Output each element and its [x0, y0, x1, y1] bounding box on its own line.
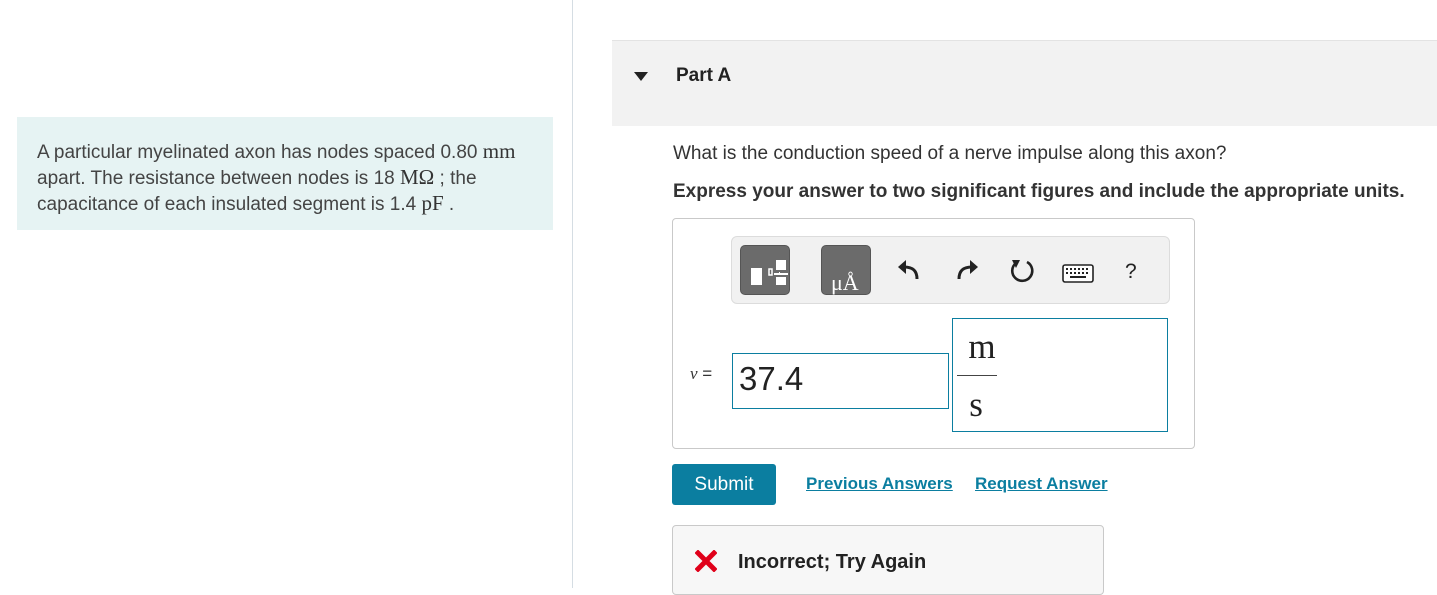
unit-denominator: s	[969, 385, 983, 424]
answer-value-input[interactable]: 37.4	[732, 353, 949, 409]
panel-divider	[572, 0, 573, 588]
help-button[interactable]: ?	[1125, 260, 1137, 284]
part-a-header[interactable]: Part A	[612, 40, 1437, 126]
unit-pf: pF	[421, 191, 444, 215]
request-answer-link[interactable]: Request Answer	[975, 474, 1108, 494]
unit-mm: mm	[482, 139, 516, 163]
units-button-label: μÅ	[831, 270, 859, 295]
problem-statement: A particular myelinated axon has nodes s…	[17, 117, 553, 230]
redo-icon[interactable]	[953, 257, 981, 285]
undo-icon[interactable]	[895, 257, 923, 285]
submit-button[interactable]: Submit	[672, 464, 776, 505]
problem-panel: A particular myelinated axon has nodes s…	[0, 0, 572, 588]
problem-text-1: A particular myelinated axon has nodes s…	[37, 142, 483, 163]
incorrect-x-icon	[695, 550, 717, 572]
instruction-text: Express your answer to two significant f…	[673, 181, 1405, 202]
keyboard-icon[interactable]	[1062, 259, 1094, 287]
variable-symbol: v	[690, 364, 698, 383]
variable-label: v =	[690, 364, 712, 384]
reset-icon[interactable]	[1008, 257, 1036, 285]
math-toolbar: μÅ ?	[731, 236, 1170, 304]
unit-megaohm: MΩ	[400, 165, 435, 189]
fraction-bar	[957, 375, 997, 376]
previous-answers-link[interactable]: Previous Answers	[806, 474, 953, 494]
part-title: Part A	[676, 65, 732, 86]
question-text: What is the conduction speed of a nerve …	[673, 143, 1227, 164]
units-button[interactable]: μÅ	[821, 245, 871, 295]
problem-text-4: .	[443, 194, 455, 215]
unit-numerator: m	[968, 327, 996, 366]
templates-icon	[751, 260, 788, 285]
collapse-caret-icon[interactable]	[634, 72, 648, 81]
feedback-status: Incorrect; Try Again	[738, 551, 927, 573]
templates-button[interactable]	[740, 245, 790, 295]
answer-box: μÅ ? v = 37.4 m s	[672, 218, 1195, 449]
equals-sign: =	[697, 364, 713, 383]
problem-text-2: apart. The resistance between nodes is 1…	[37, 168, 400, 189]
feedback-box: Incorrect; Try Again	[672, 525, 1104, 595]
answer-units-input[interactable]: m s	[952, 318, 1168, 432]
